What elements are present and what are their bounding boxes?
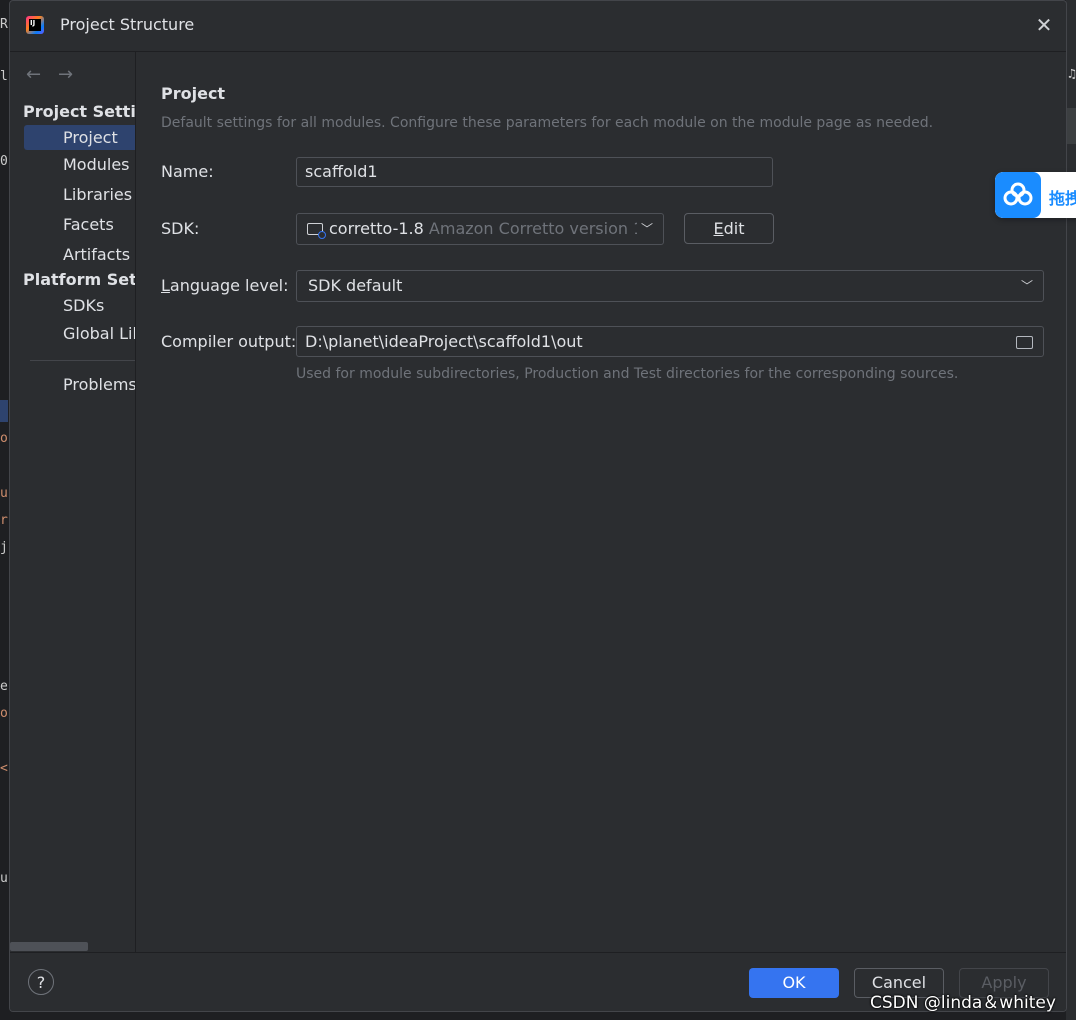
notification-bell-icon: ♫ [1068, 67, 1076, 82]
background-text-fragment: l [0, 69, 8, 84]
background-text-fragment: u [0, 486, 8, 501]
navigation-arrows: ← → [26, 64, 90, 85]
baidu-netdisk-label: 拖拽 [1049, 189, 1076, 208]
sidebar: ←→ Project Settings Project Modules Libr… [10, 52, 135, 952]
sidebar-divider [30, 360, 135, 361]
page-title: Project [161, 84, 226, 103]
sidebar-item-modules[interactable]: Modules [63, 155, 130, 174]
intellij-idea-logo-icon [26, 16, 44, 34]
language-level-label-text: anguage level: [169, 276, 289, 295]
title-bar: Project Structure ✕ [10, 1, 1066, 52]
baidu-netdisk-cloud-icon [995, 172, 1041, 218]
chevron-down-icon: ﹀ [1020, 279, 1033, 293]
background-text-fragment: r [0, 513, 8, 528]
csdn-watermark: CSDN @linda＆whitey [870, 993, 1056, 1013]
name-label: Name: [161, 162, 214, 181]
sidebar-item-facets[interactable]: Facets [63, 215, 114, 234]
sidebar-item-problems[interactable]: Problems [63, 375, 135, 394]
dialog-title: Project Structure [60, 15, 195, 34]
forward-arrow-icon[interactable]: → [58, 64, 90, 85]
background-text-fragment: u [0, 871, 8, 886]
sdk-folder-icon [307, 223, 326, 239]
main-panel: Project Default settings for all modules… [135, 52, 1066, 952]
language-level-value: SDK default [308, 276, 403, 295]
sdk-label: SDK: [161, 219, 200, 238]
background-ide-right-edge: ♫ [1066, 0, 1076, 1020]
sidebar-item-global-libraries[interactable]: Global Libraries [63, 324, 135, 343]
background-selection-fragment [0, 400, 8, 422]
language-level-mnemonic: L [161, 276, 170, 295]
background-text-fragment: R [0, 17, 8, 32]
sdk-name: corretto-1.8 [329, 219, 424, 238]
background-text-fragment: o [0, 706, 8, 721]
close-icon[interactable]: ✕ [1032, 13, 1056, 37]
name-input[interactable]: scaffold1 [296, 157, 773, 187]
back-arrow-icon[interactable]: ← [26, 64, 58, 85]
language-level-dropdown[interactable]: SDK default ﹀ [296, 270, 1044, 302]
project-settings-heading: Project Settings [23, 102, 135, 121]
edit-sdk-button[interactable]: Edit [684, 213, 774, 244]
sidebar-item-sdks[interactable]: SDKs [63, 296, 104, 315]
name-input-value: scaffold1 [305, 162, 378, 181]
background-text-fragment: 0 [0, 154, 8, 169]
edit-button-mnemonic: E [713, 219, 724, 238]
language-level-label: Language level: [161, 276, 289, 295]
browse-folder-icon[interactable] [1016, 336, 1033, 349]
background-text-fragment: j [0, 540, 8, 555]
compiler-output-label: Compiler output: [161, 332, 297, 351]
sidebar-item-artifacts[interactable]: Artifacts [63, 245, 130, 264]
background-text-fragment: e [0, 679, 8, 694]
help-icon[interactable]: ? [28, 969, 54, 995]
page-description: Default settings for all modules. Config… [161, 115, 934, 131]
sdk-dropdown[interactable]: corretto-1.8 Amazon Corretto version 1 ﹀ [296, 213, 664, 245]
background-panel-fragment [1066, 108, 1076, 144]
platform-settings-heading: Platform Settings [23, 270, 135, 289]
compiler-output-value: D:\planet\ideaProject\scaffold1\out [305, 332, 583, 351]
sidebar-item-project[interactable]: Project [63, 128, 118, 147]
sidebar-horizontal-scrollbar[interactable] [10, 942, 88, 951]
compiler-output-hint: Used for module subdirectories, Producti… [296, 366, 959, 382]
background-text-fragment: < [0, 761, 8, 776]
edit-button-label: dit [723, 219, 745, 238]
ok-button[interactable]: OK [749, 968, 839, 998]
sidebar-item-libraries[interactable]: Libraries [63, 185, 132, 204]
sdk-detail: Amazon Corretto version 1 [428, 219, 644, 238]
project-structure-dialog: Project Structure ✕ ←→ Project Settings … [9, 0, 1067, 1012]
compiler-output-input[interactable]: D:\planet\ideaProject\scaffold1\out [296, 326, 1044, 357]
chevron-down-icon: ﹀ [636, 214, 653, 244]
background-text-fragment: o [0, 431, 8, 446]
baidu-netdisk-float-button[interactable]: 拖拽 [995, 172, 1076, 218]
